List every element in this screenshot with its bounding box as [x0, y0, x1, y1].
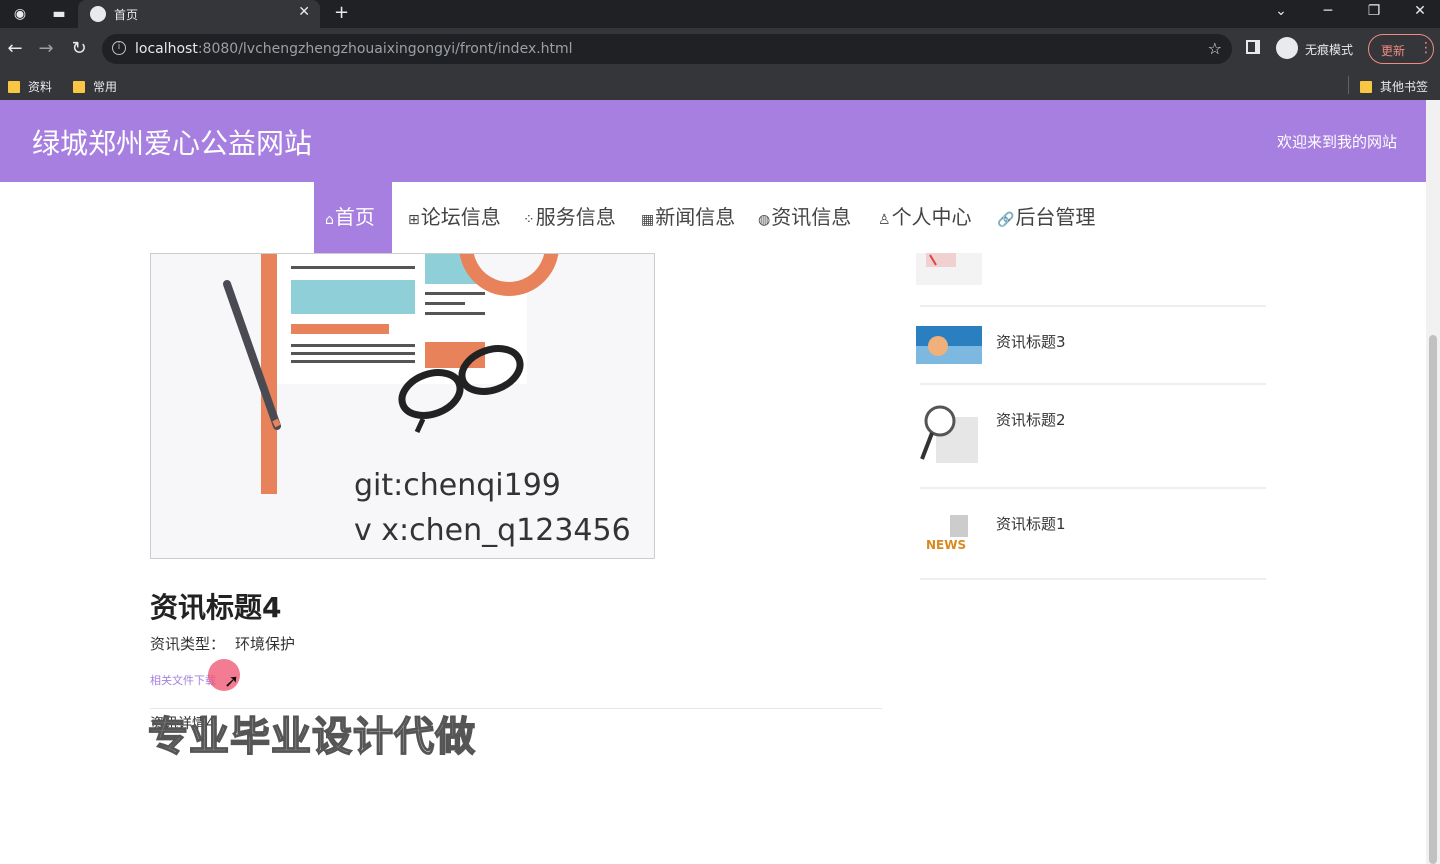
nav-item-forum[interactable]: ⊞论坛信息 [408, 182, 501, 253]
divider [920, 487, 1266, 489]
promo-overlay-text: 专业毕业设计代做 [147, 713, 476, 761]
nav-item-service[interactable]: ⁘服务信息 [523, 182, 616, 253]
bookmark-label: 常用 [93, 80, 118, 94]
scrollbar[interactable] [1426, 100, 1440, 864]
globe-icon [90, 6, 106, 22]
list-item-title[interactable]: 资讯标题2 [996, 409, 1066, 430]
nav-item-profile[interactable]: ♙个人中心 [878, 182, 972, 253]
list-item-thumb[interactable] [916, 253, 982, 285]
chevron-down-icon[interactable]: ⌄ [1271, 3, 1291, 19]
divider [920, 383, 1266, 385]
restore-icon[interactable]: ❐ [1364, 3, 1384, 19]
bookmark-folder[interactable]: 常用 [73, 78, 117, 95]
list-item-thumb[interactable]: NEWS [916, 507, 982, 555]
bookmark-folder[interactable]: 资料 [8, 78, 52, 95]
new-tab-icon[interactable]: + [334, 2, 349, 23]
back-icon[interactable]: ← [4, 38, 26, 60]
bookmark-label: 资料 [28, 80, 53, 94]
browser-toolbar: ← → ↻ i localhost:8080/lvchengzhengzhoua… [0, 28, 1440, 70]
news-thumb-image [916, 326, 982, 364]
image-watermark-line-2: v x:chen_q123456 [354, 513, 631, 548]
folder-icon [8, 80, 20, 93]
globe-icon: ◍ [758, 212, 771, 228]
article-image: git:chenqi199 v x:chen_q123456 [150, 253, 655, 559]
news-thumb-image [920, 405, 978, 463]
nav-item-news[interactable]: ▦新闻信息 [641, 182, 735, 253]
list-item-title[interactable]: 资讯标题1 [996, 513, 1066, 534]
article-type-label: 资讯类型： [150, 635, 226, 653]
close-window-icon[interactable]: ✕ [1410, 3, 1430, 19]
browser-tab-strip: ◉ ▬ 首页 ✕ + ⌄ ─ ❐ ✕ [0, 0, 1440, 28]
list-item-thumb[interactable] [916, 403, 982, 465]
news-thumb-image [926, 253, 956, 267]
image-watermark-line-1: git:chenqi199 [354, 468, 561, 503]
nav-item-admin[interactable]: 🔗后台管理 [997, 182, 1095, 253]
address-bar[interactable]: i localhost:8080/lvchengzhengzhouaixingo… [102, 34, 1232, 64]
nav-item-info[interactable]: ◍资讯信息 [758, 182, 851, 253]
home-icon: ⌂ [325, 212, 334, 228]
active-tab[interactable]: 首页 ✕ [78, 0, 320, 28]
tab-title: 首页 [114, 8, 139, 22]
list-item-title[interactable]: 资讯标题3 [996, 331, 1066, 352]
scrollbar-thumb[interactable] [1429, 335, 1437, 864]
divider [1348, 76, 1349, 94]
bookmark-star-icon[interactable]: ☆ [1208, 39, 1222, 58]
info-icon[interactable]: i [112, 41, 126, 55]
side-panel-icon[interactable] [1246, 40, 1260, 54]
other-bookmarks[interactable]: 其他书签 [1360, 78, 1428, 95]
menu-dots-icon[interactable]: ⋮ [1419, 40, 1433, 56]
grid-icon: ▦ [641, 212, 655, 228]
folder-icon [73, 80, 85, 93]
site-header: 绿城郑州爱心公益网站 欢迎来到我的网站 [0, 100, 1426, 182]
forward-icon[interactable]: → [35, 38, 57, 60]
reload-icon[interactable]: ↻ [68, 38, 90, 60]
update-button[interactable]: 更新 ⋮ [1368, 34, 1434, 64]
article-type: 资讯类型： 环境保护 [150, 633, 295, 654]
divider [920, 578, 1266, 580]
nav-item-home[interactable]: ⌂首页 [314, 182, 392, 253]
url-text[interactable]: localhost:8080/lvchengzhengzhouaixingong… [135, 41, 573, 57]
bookmarks-bar: 资料 常用 其他书签 [0, 70, 1440, 100]
minimize-icon[interactable]: ─ [1318, 3, 1338, 19]
svg-text:NEWS: NEWS [926, 538, 966, 552]
article-type-value: 环境保护 [235, 635, 296, 653]
incognito-icon[interactable] [1276, 37, 1298, 59]
list-item-thumb[interactable] [916, 326, 982, 364]
site-title: 绿城郑州爱心公益网站 [32, 127, 313, 160]
web-page: 绿城郑州爱心公益网站 欢迎来到我的网站 ⌂首页 ⊞论坛信息 ⁘服务信息 ▦新闻信… [0, 100, 1440, 864]
bookmark-label: 其他书签 [1380, 80, 1429, 94]
service-icon: ⁘ [523, 212, 535, 228]
update-label: 更新 [1381, 44, 1406, 58]
news-thumb-image: NEWS [926, 515, 968, 552]
globe-icon[interactable]: ◉ [12, 6, 28, 22]
forum-icon: ⊞ [408, 212, 420, 228]
link-icon: 🔗 [997, 212, 1015, 228]
tab-list-icon[interactable]: ▬ [51, 6, 67, 22]
folder-icon [1360, 80, 1372, 93]
user-icon: ♙ [878, 212, 891, 228]
main-nav: ⌂首页 ⊞论坛信息 ⁘服务信息 ▦新闻信息 ◍资讯信息 ♙个人中心 🔗后台管理 [0, 182, 1426, 253]
download-link[interactable]: 相关文件下载 [150, 672, 216, 688]
close-tab-icon[interactable]: ✕ [298, 4, 310, 20]
article-title: 资讯标题4 [150, 591, 282, 624]
cursor-icon: ➚ [224, 671, 240, 692]
welcome-text: 欢迎来到我的网站 [1276, 133, 1397, 151]
incognito-label[interactable]: 无痕模式 [1305, 41, 1353, 58]
divider [920, 305, 1266, 307]
